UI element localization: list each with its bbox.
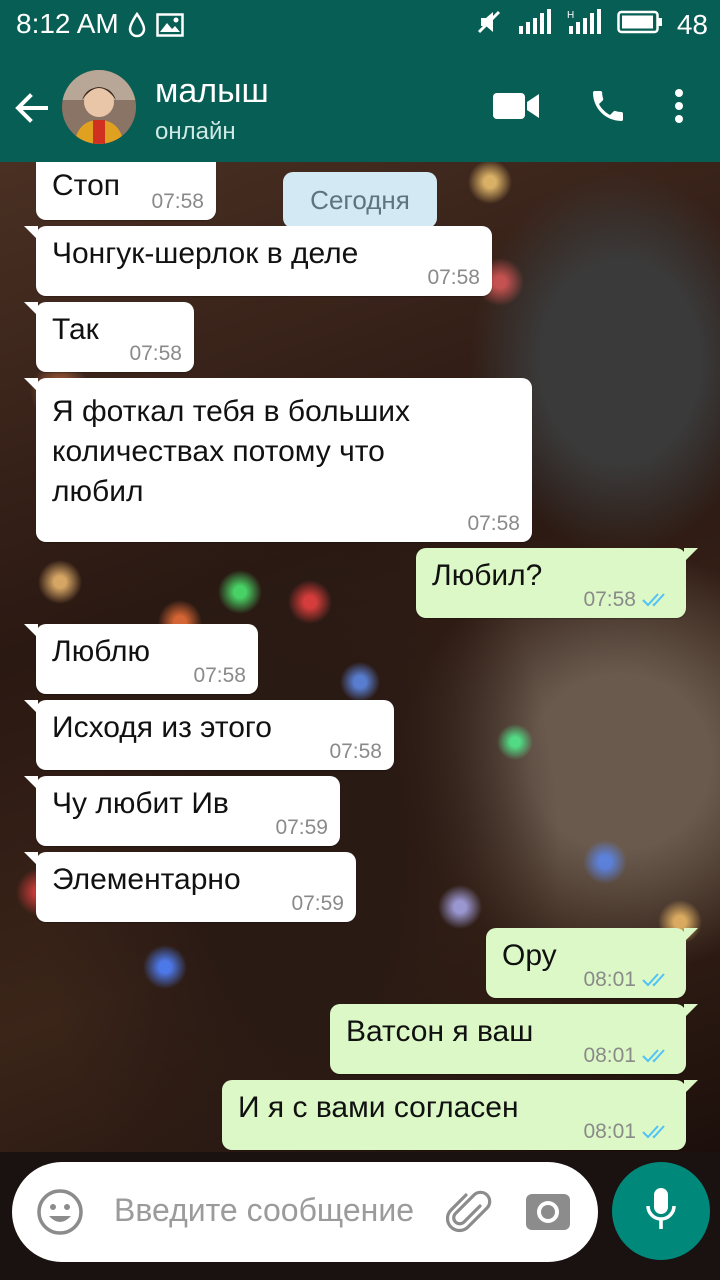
message-input[interactable]: Введите сообщение [12,1162,598,1262]
message-bubble-in[interactable]: Элементарно 07:59 [24,852,356,922]
message-time: 07:58 [129,342,182,365]
double-check-icon [642,1049,665,1063]
message-bubble-in[interactable]: Чонгук-шерлок в деле 07:58 [24,226,492,296]
composer-bar: Введите сообщение [0,1152,720,1280]
message-bubble-out[interactable]: Ватсон я ваш 08:01 [330,1004,698,1074]
contact-status: онлайн [155,118,236,145]
message-bubble-in[interactable]: Стоп 07:58 [36,162,216,220]
message-time: 07:58 [151,190,204,213]
message-time: 07:58 [329,740,382,763]
message-bubble-in[interactable]: Чу любит Ив 07:59 [24,776,340,846]
signal-h-icon: H [567,8,603,41]
message-time: 08:01 [583,1044,636,1067]
message-time: 08:01 [583,968,636,991]
message-time: 08:01 [583,1120,636,1143]
message-bubble-out[interactable]: Ору 08:01 [486,928,698,998]
double-check-icon [642,973,665,987]
chat-header: малыш онлайн [0,50,720,162]
message-bubble-in[interactable]: Люблю 07:58 [24,624,258,694]
message-placeholder: Введите сообщение [114,1192,414,1228]
battery-icon [617,10,663,39]
message-bubble-out[interactable]: Любил? 07:58 [416,548,698,618]
message-bubble-in[interactable]: Так 07:58 [24,302,194,372]
status-time: 8:12 AM [16,8,119,39]
message-bubble-in[interactable]: Я фоткал тебя в больших количествах пото… [24,378,532,542]
message-time: 07:58 [583,588,636,611]
battery-level: 48 [676,8,708,40]
back-arrow-icon[interactable] [10,86,54,130]
status-bar: 8:12 AM H 48 [0,0,720,50]
emoji-icon[interactable] [36,1188,84,1236]
message-time: 07:59 [275,816,328,839]
camera-icon[interactable] [524,1188,572,1236]
mic-icon [644,1186,678,1237]
mic-button[interactable] [612,1162,710,1260]
video-call-icon[interactable] [492,84,540,128]
message-time: 07:58 [193,664,246,687]
message-time: 07:59 [291,892,344,915]
message-time: 07:58 [427,266,480,289]
date-separator: Сегодня [283,172,437,228]
double-check-icon [642,1125,665,1139]
more-options-icon[interactable] [664,84,694,128]
message-list[interactable]: Стоп 07:58 Сегодня Чонгук-шерлок в деле … [0,162,720,1152]
image-icon [156,13,184,42]
contact-name[interactable]: малыш [155,72,269,111]
mute-icon [475,8,503,41]
message-time: 07:58 [467,512,520,535]
svg-text:H: H [567,10,574,21]
attach-icon[interactable] [445,1188,496,1238]
phone-call-icon[interactable] [586,84,630,128]
message-bubble-out[interactable]: И я с вами согласен 08:01 [222,1080,698,1150]
drop-icon [128,11,146,43]
message-bubble-in[interactable]: Исходя из этого 07:58 [24,700,394,770]
double-check-icon [642,593,665,607]
signal-icon [517,8,553,41]
avatar[interactable] [62,70,136,144]
